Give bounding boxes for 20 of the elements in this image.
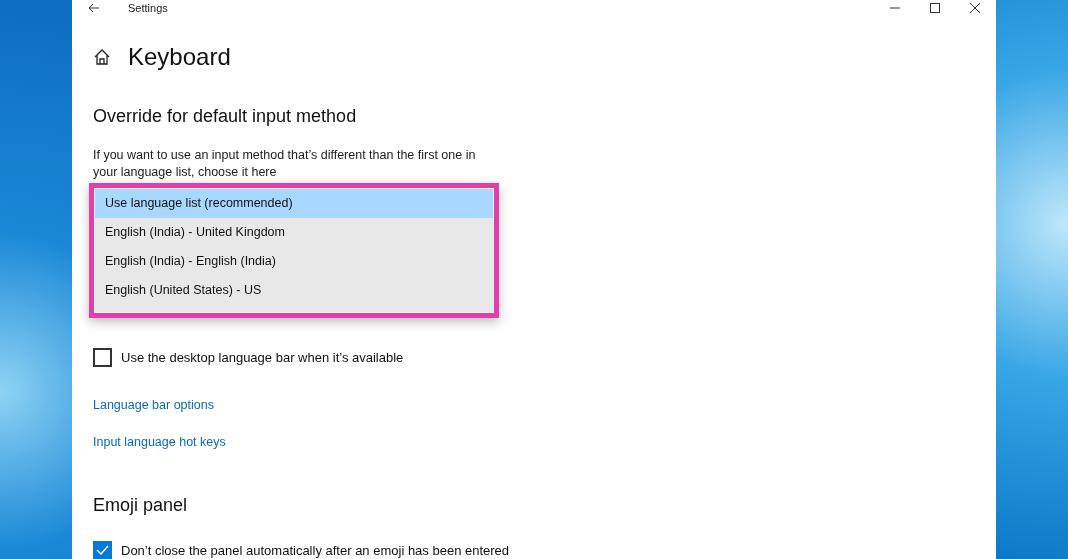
checkbox[interactable] — [93, 347, 112, 367]
settings-link[interactable]: Input language hot keys — [93, 432, 226, 452]
checkbox[interactable] — [93, 540, 112, 559]
section-heading: Emoji panel — [93, 493, 189, 517]
dropdown-option[interactable]: English (India) - United Kingdom — [95, 217, 493, 247]
back-arrow-icon[interactable] — [88, 3, 100, 14]
checkmark-icon — [96, 545, 109, 556]
description-text: If you want to use an input method that’s different than the first one in your language list, choose it here — [93, 146, 477, 181]
checkbox-label: Use the desktop language bar when it’s available — [121, 348, 404, 367]
section-heading: Override for default input method — [93, 104, 358, 128]
maximize-icon[interactable] — [930, 3, 940, 14]
dropdown-option[interactable]: English (United States) - US — [95, 275, 493, 305]
page-title: Keyboard — [128, 41, 231, 72]
home-icon[interactable] — [93, 48, 111, 65]
dropdown-option[interactable]: English (India) - English (India) — [95, 246, 493, 276]
window-title: Settings — [128, 1, 168, 16]
checkbox-label: Don’t close the panel automatically after an emoji has been entered — [121, 541, 510, 559]
settings-link[interactable]: Language bar options — [93, 396, 214, 415]
dropdown-option[interactable]: Use language list (recommended) — [95, 188, 493, 218]
close-icon[interactable] — [970, 3, 980, 14]
